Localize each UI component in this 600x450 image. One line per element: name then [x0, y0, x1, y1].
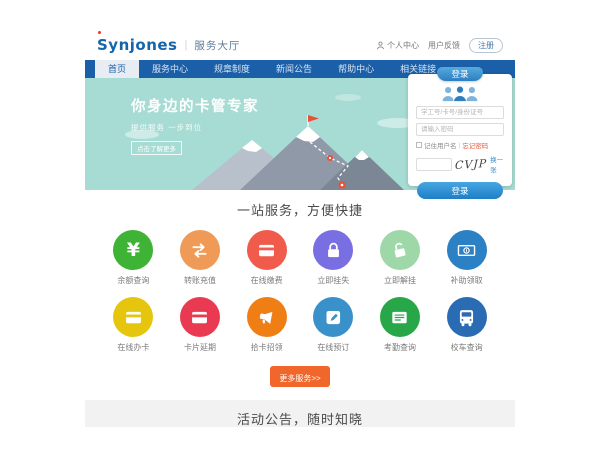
- captcha-image: CVJP: [455, 156, 488, 171]
- account-input[interactable]: [416, 106, 504, 119]
- attendance-icon: [389, 307, 410, 328]
- service-label: 拾卡招领: [233, 342, 300, 353]
- service-label: 立即挂失: [300, 275, 367, 286]
- service-item-reservation[interactable]: 在线预订: [300, 297, 367, 353]
- hero-title: 你身边的卡管专家: [131, 95, 259, 116]
- nav-item-service-center[interactable]: 服务中心: [139, 60, 201, 78]
- service-label: 转账充值: [167, 275, 234, 286]
- nav-item-rules[interactable]: 规章制度: [201, 60, 263, 78]
- edit-icon-circle[interactable]: [313, 297, 353, 337]
- card-icon: [256, 240, 277, 261]
- captcha-row: CVJP 换一张: [416, 154, 504, 174]
- service-label: 在线办卡: [100, 342, 167, 353]
- megaphone-icon: [256, 307, 277, 328]
- service-label: 余额查询: [100, 275, 167, 286]
- remember-divider: |: [459, 142, 461, 149]
- login-submit-button[interactable]: 登录: [417, 182, 503, 199]
- service-label: 在线缴费: [233, 275, 300, 286]
- service-label: 补助领取: [433, 275, 500, 286]
- top-links: 个人中心 用户反馈 注册: [376, 38, 503, 53]
- more-services-button[interactable]: 更多服务>>: [270, 366, 329, 387]
- balance-icon-circle[interactable]: ¥: [113, 230, 153, 270]
- remember-checkbox[interactable]: [416, 142, 422, 148]
- site-name: 服务大厅: [194, 38, 240, 53]
- login-tab[interactable]: 登录: [437, 67, 483, 81]
- service-item-card-renewal[interactable]: 卡片延期: [167, 297, 234, 353]
- top-bar: Synjones | 服务大厅 个人中心 用户反馈 注册: [85, 30, 515, 60]
- forgot-password-link[interactable]: 忘记密码: [462, 140, 488, 150]
- service-label: 校车查询: [433, 342, 500, 353]
- attendance-icon-circle[interactable]: [380, 297, 420, 337]
- renewal-icon-circle[interactable]: [180, 297, 220, 337]
- announcements-title: 活动公告，随时知晓: [85, 409, 515, 427]
- more-services-label: 更多服务>>: [279, 374, 320, 383]
- megaphone-icon-circle[interactable]: [247, 297, 287, 337]
- hero-banner: 你身边的卡管专家 提供服务 一步到位 点击了解更多 登录: [85, 78, 515, 190]
- service-item-attendance[interactable]: 考勤查询: [367, 297, 434, 353]
- services-section: 一站服务，方便快捷 ¥ 余额查询 转账充值: [85, 190, 515, 387]
- users-group-icon: [441, 85, 479, 102]
- lock-icon: [323, 240, 344, 261]
- yen-icon: ¥: [127, 239, 140, 261]
- transfer-icon-circle[interactable]: [180, 230, 220, 270]
- nav-item-help-center[interactable]: 帮助中心: [325, 60, 387, 78]
- user-icon: [376, 41, 385, 50]
- login-submit-label: 登录: [451, 186, 468, 196]
- service-label: 在线预订: [300, 342, 367, 353]
- apply-card-icon-circle[interactable]: [113, 297, 153, 337]
- personal-center-link[interactable]: 个人中心: [376, 40, 419, 51]
- register-button[interactable]: 注册: [469, 38, 503, 53]
- service-item-transfer[interactable]: 转账充值: [167, 230, 234, 286]
- password-input[interactable]: [416, 123, 504, 136]
- services-grid: ¥ 余额查询 转账充值 在线缴费: [100, 230, 500, 353]
- pay-icon-circle[interactable]: [247, 230, 287, 270]
- service-item-school-bus[interactable]: 校车查询: [433, 297, 500, 353]
- logo[interactable]: Synjones: [97, 36, 178, 54]
- hero-cta-button[interactable]: 点击了解更多: [131, 141, 182, 155]
- page: Synjones | 服务大厅 个人中心 用户反馈 注册 首页 服务中心 规章制…: [0, 0, 600, 450]
- service-label: 立即解挂: [367, 275, 434, 286]
- announcements-section: 活动公告，随时知晓 使用指南 最新公告 更多>> 使用指南 更多>>: [85, 400, 515, 427]
- edit-icon: [323, 307, 344, 328]
- cloud-decoration: [335, 94, 361, 101]
- hero-subtitle: 提供服务 一步到位: [131, 122, 259, 133]
- card-icon: [123, 307, 144, 328]
- service-item-balance[interactable]: ¥ 余额查询: [100, 230, 167, 286]
- remember-label: 记住用户名: [424, 140, 457, 150]
- service-item-apply-card[interactable]: 在线办卡: [100, 297, 167, 353]
- captcha-refresh-link[interactable]: 换一张: [490, 154, 504, 174]
- bus-icon: [456, 307, 477, 328]
- transfer-icon: [189, 240, 210, 261]
- website-screenshot: Synjones | 服务大厅 个人中心 用户反馈 注册 首页 服务中心 规章制…: [85, 30, 515, 427]
- service-label: 考勤查询: [367, 342, 434, 353]
- card-icon: [189, 307, 210, 328]
- feedback-link[interactable]: 用户反馈: [428, 40, 460, 51]
- service-item-pay-online[interactable]: 在线缴费: [233, 230, 300, 286]
- nav-item-news[interactable]: 新闻公告: [263, 60, 325, 78]
- personal-center-label: 个人中心: [387, 40, 419, 51]
- login-panel: 登录 记住用户名 | 忘记密码 CVJP 换一张: [408, 74, 512, 186]
- brand-divider: |: [185, 39, 188, 51]
- unlock-icon-circle[interactable]: [380, 230, 420, 270]
- nav-item-home[interactable]: 首页: [95, 60, 139, 78]
- service-item-report-loss[interactable]: 立即挂失: [300, 230, 367, 286]
- service-item-lost-found[interactable]: 拾卡招领: [233, 297, 300, 353]
- banknote-icon: [456, 240, 477, 261]
- service-item-unfreeze[interactable]: 立即解挂: [367, 230, 434, 286]
- service-label: 卡片延期: [167, 342, 234, 353]
- captcha-input[interactable]: [416, 158, 452, 171]
- bus-icon-circle[interactable]: [447, 297, 487, 337]
- feedback-label: 用户反馈: [428, 40, 460, 51]
- service-item-subsidy[interactable]: 补助领取: [433, 230, 500, 286]
- lock-icon-circle[interactable]: [313, 230, 353, 270]
- unlock-icon: [389, 240, 410, 261]
- services-title: 一站服务，方便快捷: [85, 200, 515, 219]
- logo-dot-icon: [98, 31, 101, 34]
- hero-text: 你身边的卡管专家 提供服务 一步到位 点击了解更多: [131, 95, 259, 156]
- brand: Synjones | 服务大厅: [97, 36, 240, 54]
- remember-row: 记住用户名 | 忘记密码: [416, 140, 504, 150]
- banknote-icon-circle[interactable]: [447, 230, 487, 270]
